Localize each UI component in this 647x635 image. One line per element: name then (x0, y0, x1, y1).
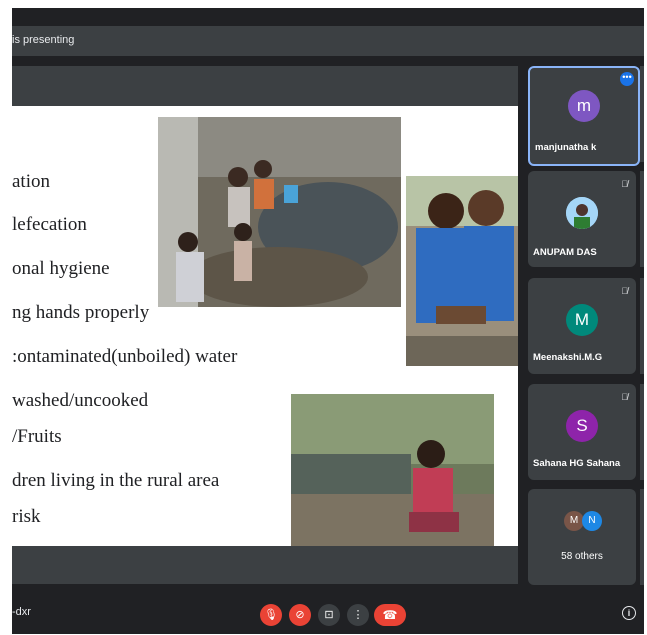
meeting-code: -dxr (12, 606, 31, 618)
more-options-icon[interactable]: ••• (620, 72, 634, 86)
info-icon: i (627, 608, 631, 618)
photo-children-dirty-water (158, 117, 401, 307)
others-count-label: 58 others (561, 551, 603, 562)
presentation-slide: ation lefecation onal hygiene ng hands p… (12, 106, 518, 546)
presenting-label: is presenting (12, 34, 75, 46)
present-button[interactable]: ⊡ (318, 604, 340, 626)
photo-child-drinking-water (291, 394, 494, 546)
tile-edge (640, 384, 644, 480)
tile-edge (640, 489, 644, 585)
tile-edge (640, 171, 644, 267)
slide-header-strip (12, 66, 518, 106)
end-call-icon: ☎ (382, 608, 398, 622)
slide-bullet: /Fruits (12, 426, 62, 447)
more-vert-icon: ⋮ (352, 609, 364, 621)
camera-off-button[interactable]: ⊘ (289, 604, 311, 626)
participant-tile[interactable]: 🎙̸ M Meenakshi.M.G (528, 278, 636, 374)
slide-bullet: ng hands properly (12, 302, 150, 323)
avatar: m (568, 90, 600, 122)
mic-off-button[interactable]: 🎙 (260, 604, 282, 626)
participant-name: manjunatha k (535, 142, 597, 153)
slide-bullet: lefecation (12, 214, 87, 235)
slide-bullet: :ontaminated(unboiled) water (12, 346, 238, 367)
more-options-button[interactable]: ⋮ (347, 604, 369, 626)
call-controls-bar: -dxr 🎙 ⊘ ⊡ ⋮ ☎ i (12, 594, 644, 634)
end-call-button[interactable]: ☎ (374, 604, 406, 626)
mic-off-icon: 🎙̸ (621, 286, 628, 296)
tile-edge (640, 66, 644, 162)
presenting-bar: is presenting (12, 26, 644, 56)
meet-window: is presenting ation lefecation onal hygi… (12, 8, 644, 634)
avatar-photo (566, 197, 598, 229)
avatar: M (564, 511, 584, 531)
present-screen-icon: ⊡ (324, 609, 334, 621)
mic-off-icon: 🎙 (264, 609, 278, 621)
avatar: S (566, 410, 598, 442)
mic-off-icon: 🎙̸ (621, 179, 628, 189)
slide-bullet: washed/uncooked (12, 390, 149, 411)
slide-bullet: dren living in the rural area (12, 470, 220, 491)
others-tile[interactable]: M N 58 others (528, 489, 636, 585)
mic-off-icon: 🎙̸ (621, 392, 628, 402)
avatar: N (582, 511, 602, 531)
camera-off-icon: ⊘ (295, 609, 305, 621)
slide-bullet: risk (12, 506, 41, 527)
slide-footer-strip (12, 546, 518, 584)
participant-tile[interactable]: ••• m manjunatha k (528, 66, 640, 166)
info-button[interactable]: i (622, 606, 636, 620)
participant-name: Meenakshi.M.G (533, 352, 603, 363)
participant-tile[interactable]: 🎙̸ S Sahana HG Sahana (528, 384, 636, 480)
slide-bullet: onal hygiene (12, 258, 110, 279)
participant-tile[interactable]: 🎙̸ ANUPAM DAS (528, 171, 636, 267)
tile-edge (640, 278, 644, 374)
photo-children-washing-hands (406, 176, 518, 366)
avatar: M (566, 304, 598, 336)
participant-name: Sahana HG Sahana (533, 458, 621, 469)
slide-bullet: ation (12, 171, 50, 192)
participant-name: ANUPAM DAS (533, 247, 597, 258)
